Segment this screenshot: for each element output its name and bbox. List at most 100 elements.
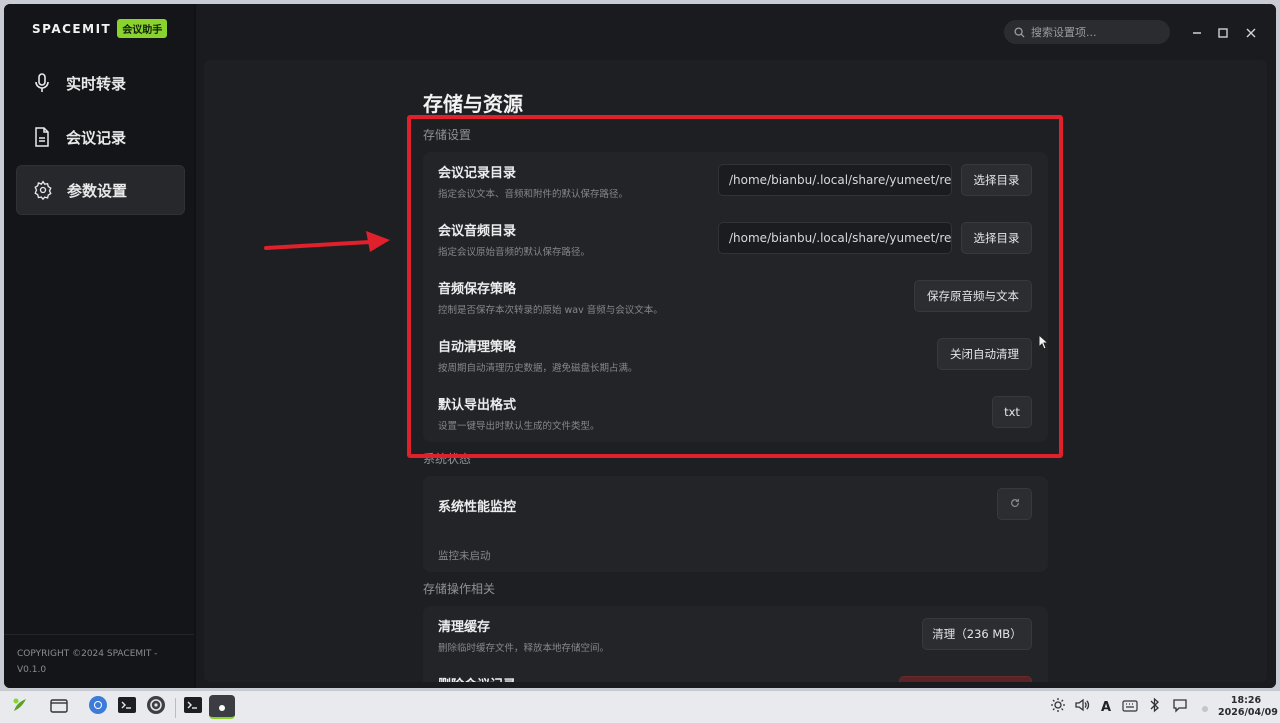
taskbar-browser[interactable]: [86, 695, 110, 719]
sun-icon: [1050, 697, 1066, 717]
input-method-indicator[interactable]: A: [1097, 698, 1115, 716]
system-status-card: 系统性能监控 监控未启动: [423, 476, 1048, 572]
copyright: COPYRIGHT ©2024 SPACEMIT - V0.1.0: [17, 649, 158, 675]
clock-date: 2026/04/09: [1218, 707, 1278, 718]
setting-desc: 指定会议文本、音频和附件的默认保存路径。: [438, 189, 629, 200]
microphone-icon: [32, 73, 52, 93]
setting-title: 音频保存策略: [438, 282, 517, 297]
storage-settings-card: 会议记录目录 指定会议文本、音频和附件的默认保存路径。 /home/bianbu…: [423, 152, 1048, 442]
storage-ops-card: 清理缓存 删除临时缓存文件，释放本地存储空间。 清理（236 MB） 删除会议记…: [423, 606, 1048, 682]
maximize-icon: [1218, 23, 1228, 42]
minimize-button[interactable]: [1187, 22, 1207, 42]
monitor-status: 监控未启动: [438, 550, 491, 562]
taskbar-clock[interactable]: 18:26 2026/04/09: [1218, 695, 1278, 719]
chromium-icon: [88, 695, 108, 719]
refresh-button[interactable]: [997, 488, 1032, 520]
setting-desc: 设置一键导出时默认生成的文件类型。: [438, 421, 600, 432]
auto-clean-dropdown[interactable]: 关闭自动清理: [937, 338, 1032, 370]
app-dot-icon: [218, 697, 226, 716]
record-dir-field[interactable]: /home/bianbu/.local/share/yumeet/reco: [718, 164, 952, 196]
dot-icon: [1201, 698, 1209, 717]
taskbar-terminal[interactable]: [115, 695, 139, 719]
sidebar-divider: [4, 634, 194, 635]
app-window: SPACEMIT 会议助手 实时转录 会议记录 参数设置 COPYRIGHT ©…: [4, 4, 1276, 688]
audio-policy-dropdown[interactable]: 保存原音频与文本: [914, 280, 1032, 312]
chat-bubble-icon: [1172, 697, 1188, 717]
taskbar-terminal-window[interactable]: [181, 695, 205, 719]
taskbar: A 18:26 2026/04/09: [0, 690, 1280, 723]
settings-content[interactable]: 存储与资源 存储设置 会议记录目录 指定会议文本、音频和附件的默认保存路径。 /…: [204, 60, 1267, 682]
setting-row-export-format: 默认导出格式 设置一键导出时默认生成的文件类型。 txt: [423, 384, 1048, 442]
search-input[interactable]: [1031, 25, 1161, 39]
notifications-button[interactable]: [1171, 698, 1189, 716]
main-area: 存储与资源 存储设置 会议记录目录 指定会议文本、音频和附件的默认保存路径。 /…: [196, 4, 1276, 688]
document-icon: [32, 127, 52, 147]
terminal-icon: [183, 695, 203, 719]
setting-title: 删除会议记录: [438, 674, 516, 682]
sidebar: SPACEMIT 会议助手 实时转录 会议记录 参数设置 COPYRIGHT ©…: [4, 4, 194, 688]
mouse-cursor-icon: [1038, 334, 1050, 350]
monitor-title: 系统性能监控: [438, 500, 517, 515]
sidebar-item-label: 参数设置: [67, 181, 128, 200]
page-title: 存储与资源: [423, 92, 523, 116]
bluetooth-button[interactable]: [1146, 697, 1164, 717]
speaker-icon: [1074, 697, 1090, 717]
setting-desc: 删除临时缓存文件，释放本地存储空间。: [438, 643, 610, 654]
sidebar-item-label: 会议记录: [66, 128, 127, 147]
taskbar-separator: [175, 698, 176, 718]
audio-dir-field[interactable]: /home/bianbu/.local/share/yumeet/reco: [718, 222, 952, 254]
delete-records-button[interactable]: [899, 676, 1032, 682]
desktop: SPACEMIT 会议助手 实时转录 会议记录 参数设置 COPYRIGHT ©…: [0, 0, 1280, 723]
section-label-storage: 存储设置: [423, 128, 472, 142]
keyboard-icon: [1122, 698, 1138, 717]
window-icon: [50, 698, 68, 717]
setting-title: 默认导出格式: [438, 398, 517, 413]
brand: SPACEMIT 会议助手: [32, 19, 168, 38]
section-label-ops: 存储操作相关: [423, 582, 496, 596]
close-icon: [1246, 23, 1256, 42]
setting-title: 会议记录目录: [438, 166, 517, 181]
brightness-button[interactable]: [1049, 698, 1067, 716]
search-icon: [1014, 23, 1025, 42]
taskbar-settings[interactable]: [144, 695, 168, 719]
settings-app-icon: [146, 695, 166, 719]
setting-row-audio-policy: 音频保存策略 控制是否保存本次转录的原始 wav 音频与会议文本。 保存原音频与…: [423, 268, 1048, 326]
keyboard-button[interactable]: [1121, 698, 1139, 716]
setting-title: 会议音频目录: [438, 224, 517, 239]
brand-logo: SPACEMIT: [32, 21, 112, 36]
minimize-icon: [1192, 23, 1202, 42]
start-menu-button[interactable]: [8, 695, 32, 719]
setting-desc: 指定会议原始音频的默认保存路径。: [438, 247, 591, 258]
sidebar-item-settings[interactable]: 参数设置: [16, 165, 185, 215]
setting-title: 自动清理策略: [438, 340, 517, 355]
clear-cache-button[interactable]: 清理（236 MB）: [922, 618, 1032, 650]
app-launcher-icon: [11, 696, 29, 718]
volume-button[interactable]: [1073, 698, 1091, 716]
sidebar-item-meeting-records[interactable]: 会议记录: [16, 112, 185, 162]
taskbar-meeting-assistant-window[interactable]: [209, 695, 235, 719]
setting-title: 清理缓存: [438, 620, 491, 635]
choose-record-dir-button[interactable]: 选择目录: [961, 164, 1032, 196]
close-button[interactable]: [1241, 22, 1261, 42]
setting-row-clear-cache: 清理缓存 删除临时缓存文件，释放本地存储空间。 清理（236 MB）: [423, 606, 1048, 664]
refresh-icon: [1010, 497, 1020, 511]
setting-row-audio-dir: 会议音频目录 指定会议原始音频的默认保存路径。 /home/bianbu/.lo…: [423, 210, 1048, 268]
section-label-system: 系统状态: [423, 452, 472, 466]
setting-row-record-dir: 会议记录目录 指定会议文本、音频和附件的默认保存路径。 /home/bianbu…: [423, 152, 1048, 210]
setting-desc: 按周期自动清理历史数据，避免磁盘长期占满。: [438, 363, 638, 374]
brand-badge: 会议助手: [117, 19, 168, 38]
status-dot: [1196, 698, 1214, 716]
choose-audio-dir-button[interactable]: 选择目录: [961, 222, 1032, 254]
bluetooth-icon: [1149, 697, 1161, 717]
gear-icon: [33, 180, 53, 200]
setting-desc: 控制是否保存本次转录的原始 wav 音频与会议文本。: [438, 305, 663, 316]
search-box[interactable]: [1004, 20, 1170, 44]
setting-row-auto-clean: 自动清理策略 按周期自动清理历史数据，避免磁盘长期占满。 关闭自动清理: [423, 326, 1048, 384]
sidebar-item-live-transcription[interactable]: 实时转录: [16, 58, 185, 108]
setting-row-delete-records: 删除会议记录: [423, 664, 1048, 682]
sidebar-item-label: 实时转录: [66, 74, 127, 93]
export-format-dropdown[interactable]: txt: [992, 396, 1032, 428]
show-desktop-button[interactable]: [47, 695, 71, 719]
terminal-icon: [117, 695, 137, 719]
maximize-button[interactable]: [1213, 22, 1233, 42]
